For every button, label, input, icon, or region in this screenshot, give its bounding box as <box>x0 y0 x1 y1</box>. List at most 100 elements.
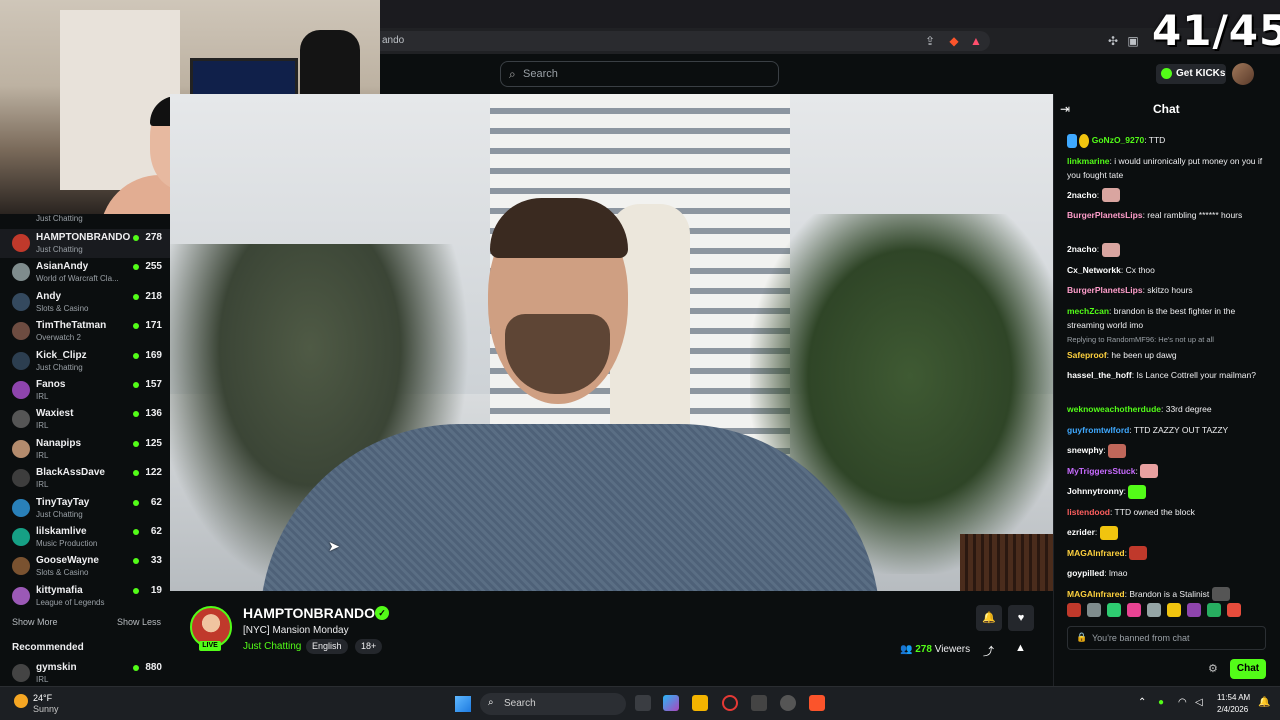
tag-age[interactable]: 18+ <box>355 639 383 654</box>
live-dot-icon <box>133 665 139 671</box>
video-player[interactable] <box>170 94 1053 591</box>
chat-username[interactable]: listendood <box>1067 507 1110 517</box>
steam-icon[interactable] <box>780 695 796 711</box>
follow-heart-icon[interactable]: ♥ <box>1008 605 1034 631</box>
weather-description[interactable]: Sunny <box>33 704 59 714</box>
sidebar-item-goosewayne[interactable]: GooseWayne Slots & Casino 33 <box>0 552 170 581</box>
chat-username[interactable]: Cx_Networkk <box>1067 265 1121 275</box>
viewer-count: 19 <box>150 584 162 596</box>
chat-username[interactable]: mechZcan <box>1067 306 1109 316</box>
chat-username[interactable]: goypilled <box>1067 568 1104 578</box>
emote-bar[interactable] <box>1067 603 1267 617</box>
avatar <box>12 528 30 546</box>
sidebar-toggle-icon[interactable]: ▣ <box>1125 33 1141 49</box>
viewer-count: 157 <box>145 379 162 390</box>
chat-username[interactable]: hassel_the_hoff <box>1067 370 1132 380</box>
chat-username[interactable]: BurgerPlanetsLips <box>1067 285 1143 295</box>
chat-username[interactable]: 2nacho <box>1067 244 1097 254</box>
brave-browser-icon[interactable] <box>809 695 825 711</box>
windows-start-icon[interactable] <box>455 696 471 712</box>
show-more-button[interactable]: Show More <box>12 617 58 627</box>
search-input[interactable]: ⌕ Search <box>500 61 779 87</box>
chat-username[interactable]: Safeproof <box>1067 350 1107 360</box>
sidebar-item-hamptonbrando[interactable]: HAMPTONBRANDO Just Chatting 278 <box>0 229 170 258</box>
chat-username[interactable]: weknoweachotherdude <box>1067 404 1161 414</box>
report-icon[interactable]: ▲ <box>1015 642 1026 654</box>
user-avatar[interactable] <box>1232 63 1254 85</box>
store-icon[interactable] <box>751 695 767 711</box>
viewer-count: 125 <box>145 437 162 449</box>
emote-icon[interactable] <box>1107 603 1121 617</box>
sidebar-item-kick_clipz[interactable]: Kick_Clipz Just Chatting 169 <box>0 347 170 376</box>
emote-icon[interactable] <box>1147 603 1161 617</box>
chat-username[interactable]: Johnnytronny <box>1067 486 1124 496</box>
sidebar-item-gymskin[interactable]: gymskin IRL 880 <box>0 659 170 688</box>
chat-username[interactable]: MyTriggersStuck <box>1067 466 1136 476</box>
chat-username[interactable]: 2nacho <box>1067 190 1097 200</box>
clock-time[interactable]: 11:54 AM <box>1217 693 1250 702</box>
emote-icon[interactable] <box>1167 603 1181 617</box>
sidebar-item-asianandy[interactable]: AsianAndy World of Warcraft Cla... 255 <box>0 258 170 287</box>
sidebar-item-fanos[interactable]: Fanos IRL 157 <box>0 376 170 405</box>
show-less-button[interactable]: Show Less <box>117 617 161 627</box>
task-view-icon[interactable] <box>635 695 651 711</box>
brave-shield-icon[interactable]: ◆ <box>946 33 962 49</box>
sidebar-item-blackassdave[interactable]: BlackAssDave IRL 122 <box>0 464 170 493</box>
streamer-name[interactable]: HAMPTONBRANDO <box>243 605 375 621</box>
sidebar-item-timthetatman[interactable]: TimTheTatman Overwatch 2 171 <box>0 317 170 346</box>
get-kicks-button[interactable]: Get KICKs <box>1156 64 1226 84</box>
chat-settings-gear-icon[interactable]: ⚙ <box>1208 662 1218 675</box>
volume-icon[interactable]: ◁ <box>1195 697 1203 708</box>
sidebar-item-lilskamlive[interactable]: lilskamlive Music Production 62 <box>0 523 170 552</box>
notification-bell-icon[interactable]: 🔔 <box>976 605 1002 631</box>
chat-username[interactable]: linkmarine <box>1067 156 1110 166</box>
extensions-icon[interactable]: ✣ <box>1105 33 1121 49</box>
chat-text: : TTD ZAZZY OUT TAZZY <box>1129 424 1229 435</box>
stream-category[interactable]: Just Chatting <box>243 641 301 652</box>
chat-text: : <box>1096 244 1100 254</box>
address-bar[interactable]: ando <box>380 31 990 51</box>
chat-message: Johnnytronny: <box>1067 484 1267 499</box>
emote-icon[interactable] <box>1227 603 1241 617</box>
chat-message: 2nacho: <box>1067 242 1267 257</box>
emote-icon[interactable] <box>1087 603 1101 617</box>
chat-input[interactable]: 🔒 You're banned from chat <box>1067 626 1266 650</box>
opera-icon[interactable] <box>722 695 738 711</box>
emote-icon[interactable] <box>1067 603 1081 617</box>
clock-date[interactable]: 2/4/2026 <box>1217 705 1248 714</box>
brave-rewards-icon[interactable]: ▲ <box>968 33 984 49</box>
collapse-chat-icon[interactable]: ⇥ <box>1060 102 1070 116</box>
tag-language[interactable]: English <box>306 639 348 654</box>
channel-category: Just Chatting <box>36 245 83 254</box>
share-icon[interactable]: ⤴ <box>983 643 994 659</box>
weather-sun-icon[interactable] <box>14 694 28 708</box>
sidebar-item-kittymafia[interactable]: kittymafia League of Legends 19 <box>0 582 170 611</box>
tray-overflow-icon[interactable]: ⌃ <box>1138 697 1146 708</box>
sidebar-item-waxiest[interactable]: Waxiest IRL 136 <box>0 405 170 434</box>
notification-bell-icon[interactable]: 🔔 <box>1258 697 1270 708</box>
sidebar-item-tinytaytay[interactable]: TinyTayTay Just Chatting 62 <box>0 494 170 523</box>
weather-temperature[interactable]: 24°F <box>33 693 52 703</box>
chat-username[interactable]: snewphy <box>1067 445 1103 455</box>
copilot-icon[interactable] <box>663 695 679 711</box>
chat-banned-text: You're banned from chat <box>1092 633 1190 643</box>
chat-username[interactable]: guyfromtwlford <box>1067 425 1129 435</box>
chat-username[interactable]: MAGAInfrared <box>1067 548 1125 558</box>
chat-username[interactable]: GoNzO_9270 <box>1092 135 1144 145</box>
sidebar-item-nanapips[interactable]: Nanapips IRL 125 <box>0 435 170 464</box>
microphone-icon[interactable]: ● <box>1158 697 1164 708</box>
chat-text: : <box>1103 445 1106 455</box>
taskbar-search[interactable]: ⌕ Search <box>480 693 626 715</box>
file-explorer-icon[interactable] <box>692 695 708 711</box>
sidebar-item-andy[interactable]: Andy Slots & Casino 218 <box>0 288 170 317</box>
emote-icon[interactable] <box>1207 603 1221 617</box>
share-icon[interactable]: ⇪ <box>922 33 938 49</box>
chat-username[interactable]: MAGAInfrared <box>1067 589 1125 599</box>
emote-icon[interactable] <box>1187 603 1201 617</box>
emote-icon[interactable] <box>1127 603 1141 617</box>
stream-title: [NYC] Mansion Monday <box>243 625 349 636</box>
chat-username[interactable]: ezrider <box>1067 527 1095 537</box>
chat-send-button[interactable]: Chat <box>1230 659 1266 679</box>
chat-username[interactable]: BurgerPlanetsLips <box>1067 210 1143 220</box>
wifi-icon[interactable]: ◠ <box>1178 697 1187 708</box>
